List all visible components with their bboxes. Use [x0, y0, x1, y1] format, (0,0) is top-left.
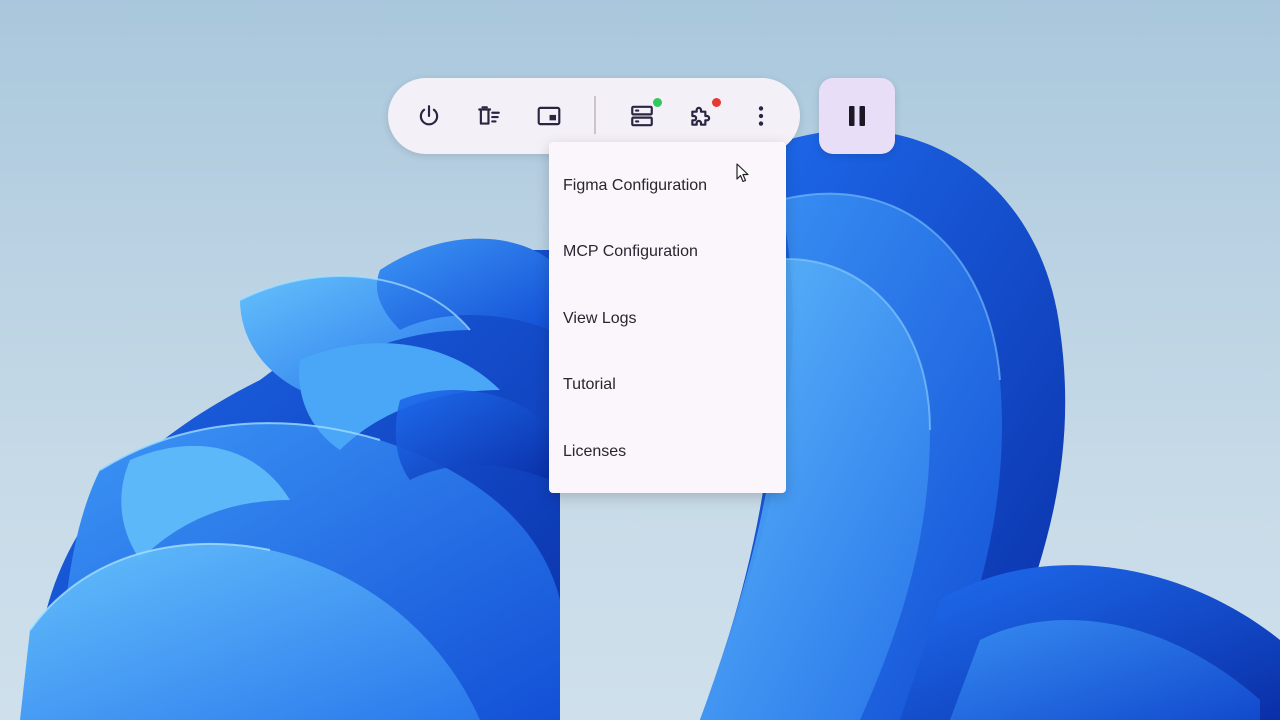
menu-item-figma-configuration[interactable]: Figma Configuration: [549, 164, 786, 208]
picture-in-picture-button[interactable]: [529, 96, 569, 136]
clear-list-button[interactable]: [469, 96, 509, 136]
power-button[interactable]: [409, 96, 449, 136]
server-status-dot: [653, 98, 662, 107]
overflow-menu: Figma Configuration MCP Configuration Vi…: [549, 142, 786, 493]
more-options-button[interactable]: [741, 96, 781, 136]
servers-button[interactable]: [622, 96, 662, 136]
power-icon: [419, 105, 439, 126]
mouse-cursor-icon: [736, 163, 749, 183]
puzzle-icon: [691, 106, 711, 126]
desktop: Figma Configuration MCP Configuration Vi…: [0, 0, 1280, 720]
menu-item-licenses[interactable]: Licenses: [549, 430, 786, 474]
extension-status-dot: [712, 98, 721, 107]
picture-in-picture-icon: [537, 106, 561, 126]
toolbar-divider: [594, 96, 596, 134]
menu-item-tutorial[interactable]: Tutorial: [549, 363, 786, 407]
pause-icon: [849, 106, 865, 126]
menu-item-view-logs[interactable]: View Logs: [549, 297, 786, 341]
delete-list-icon: [478, 106, 500, 125]
pause-button[interactable]: [819, 78, 895, 154]
server-icon: [631, 105, 653, 127]
menu-item-mcp-configuration[interactable]: MCP Configuration: [549, 230, 786, 274]
extensions-button[interactable]: [681, 96, 721, 136]
more-vert-icon: [758, 106, 764, 126]
